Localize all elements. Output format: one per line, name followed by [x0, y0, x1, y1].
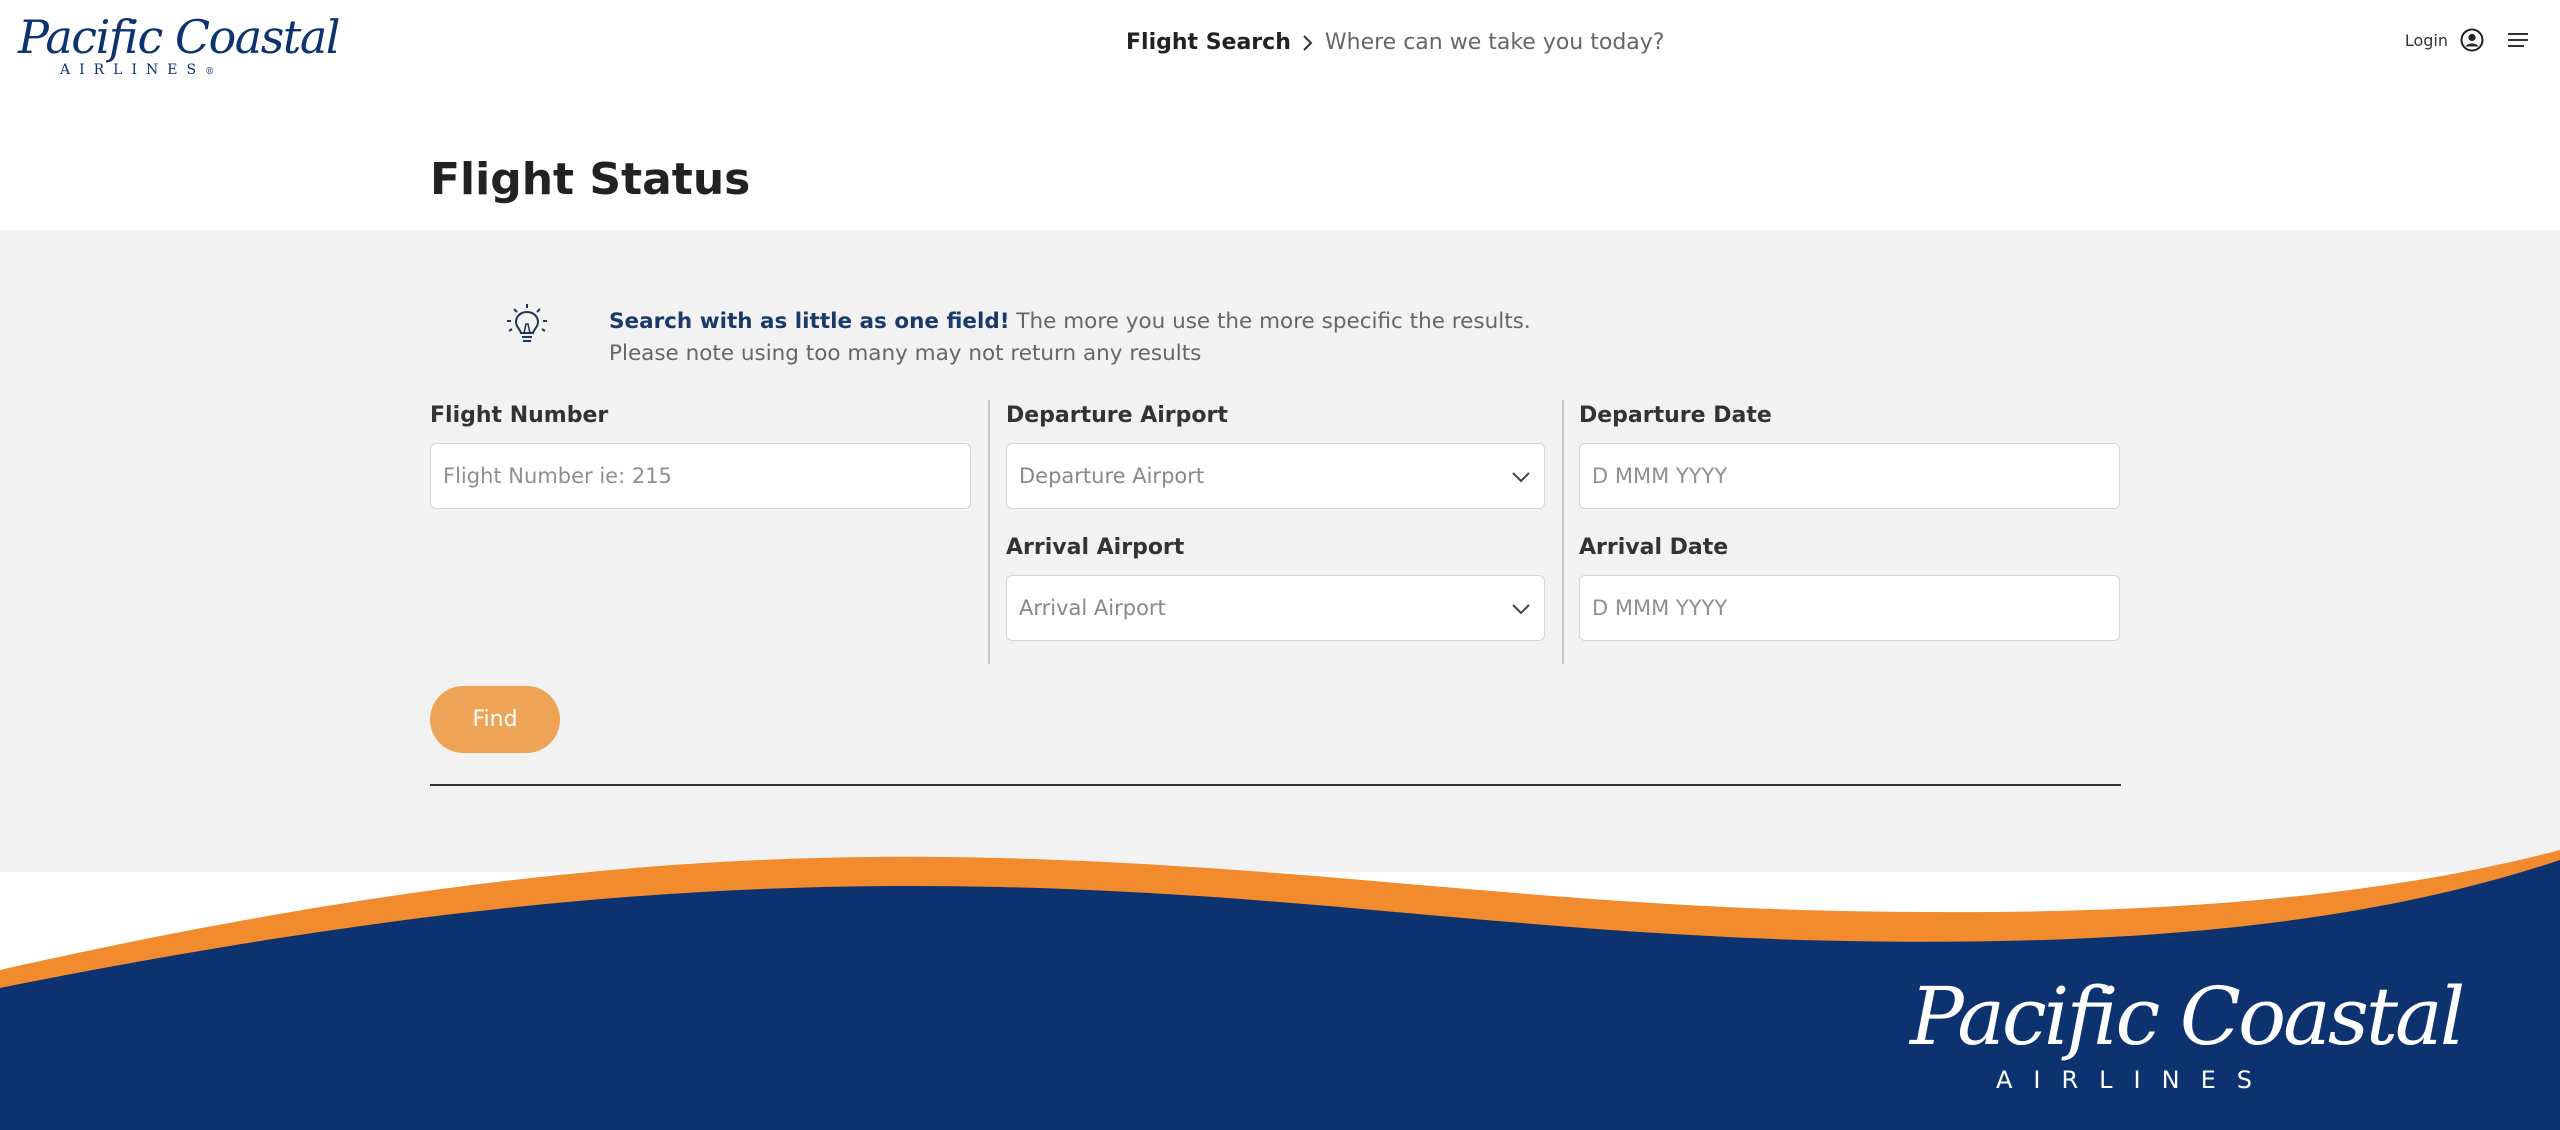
departure-airport-label: Departure Airport [1006, 403, 1228, 428]
footer-logo-name: Pacific Coastal [1910, 970, 2465, 1063]
departure-airport-select[interactable]: Departure Airport [1006, 443, 1545, 509]
departure-date-label: Departure Date [1579, 403, 1772, 428]
search-tip: Search with as little as one field! The … [609, 306, 1609, 370]
brand-logo[interactable]: Pacific Coastal AIRLINES® [18, 10, 340, 82]
departure-date-field[interactable] [1579, 443, 2120, 509]
arrival-date-input[interactable] [1592, 596, 2119, 620]
site-header: Pacific Coastal AIRLINES® Flight Search … [0, 0, 2560, 92]
flight-number-input[interactable] [443, 464, 970, 488]
brand-logo-subtitle: AIRLINES® [60, 62, 214, 78]
arrival-airport-value: Arrival Airport [1019, 596, 1166, 620]
brand-logo-sub: AIRLINES [60, 62, 206, 78]
lightbulb-icon [507, 304, 547, 342]
arrival-airport-select[interactable]: Arrival Airport [1006, 575, 1545, 641]
flight-number-field[interactable] [430, 443, 971, 509]
hamburger-menu-icon[interactable] [2506, 30, 2530, 50]
chevron-down-icon [1512, 472, 1530, 483]
footer-logo: Pacific Coastal AIRLINES [1910, 970, 2470, 1100]
search-tip-bold: Search with as little as one field! [609, 309, 1010, 334]
page-title: Flight Status [430, 154, 751, 205]
user-area: Login [2405, 28, 2530, 52]
arrival-date-label: Arrival Date [1579, 535, 1729, 560]
brand-logo-reg: ® [205, 67, 215, 77]
arrival-airport-label: Arrival Airport [1006, 535, 1185, 560]
brand-logo-name: Pacific Coastal [18, 10, 340, 64]
search-tip-note: Please note using too many may not retur… [609, 341, 1202, 366]
flight-number-label: Flight Number [430, 403, 609, 428]
departure-date-input[interactable] [1592, 464, 2119, 488]
form-divider [430, 784, 2121, 786]
breadcrumb-flight-search[interactable]: Flight Search [1126, 30, 1291, 55]
user-circle-icon[interactable] [2460, 28, 2484, 52]
column-divider [988, 400, 990, 664]
login-link[interactable]: Login [2405, 31, 2448, 50]
chevron-right-icon [1303, 34, 1313, 51]
column-divider [1562, 400, 1564, 664]
departure-airport-value: Departure Airport [1019, 464, 1205, 488]
search-tip-rest: The more you use the more specific the r… [1009, 309, 1531, 334]
breadcrumb: Flight Search Where can we take you toda… [1126, 30, 1664, 55]
footer-logo-subtitle: AIRLINES [1996, 1066, 2273, 1094]
chevron-down-icon [1512, 604, 1530, 615]
arrival-date-field[interactable] [1579, 575, 2120, 641]
find-button[interactable]: Find [430, 686, 560, 753]
breadcrumb-prompt: Where can we take you today? [1324, 30, 1665, 55]
